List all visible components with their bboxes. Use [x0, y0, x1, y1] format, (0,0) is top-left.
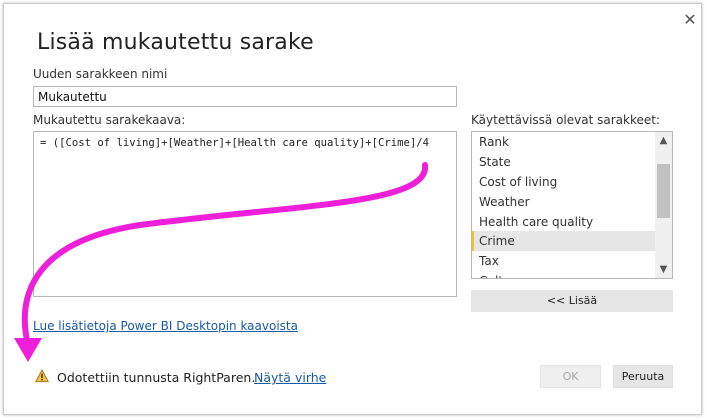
- available-columns-label: Käytettävissä olevat sarakkeet:: [471, 113, 660, 127]
- cancel-button[interactable]: Peruuta: [613, 365, 673, 388]
- column-item-weather[interactable]: Weather: [472, 192, 656, 212]
- column-name-input[interactable]: Mukautettu: [33, 86, 457, 107]
- formula-text[interactable]: = ([Cost of living]+[Weather]+[Health ca…: [40, 137, 429, 149]
- formula-label: Mukautettu sarakekaava:: [33, 113, 186, 127]
- column-item-culture[interactable]: Cult: [472, 271, 656, 278]
- formula-editor[interactable]: = ([Cost of living]+[Weather]+[Health ca…: [33, 131, 457, 297]
- column-item-health-care-quality[interactable]: Health care quality: [472, 212, 656, 232]
- column-name-label: Uuden sarakkeen nimi: [33, 67, 168, 81]
- column-item-state[interactable]: State: [472, 152, 656, 172]
- available-columns-list[interactable]: Rank State Cost of living Weather Health…: [471, 131, 673, 279]
- add-column-button[interactable]: << Lisää: [471, 290, 673, 312]
- scrollbar-thumb[interactable]: [657, 164, 670, 218]
- column-item-crime[interactable]: Crime: [472, 231, 656, 251]
- column-item-tax[interactable]: Tax: [472, 251, 656, 271]
- chevron-down-icon[interactable]: ▼: [655, 261, 672, 278]
- show-error-link[interactable]: Näytä virhe: [254, 370, 326, 385]
- column-item-rank[interactable]: Rank: [472, 132, 656, 152]
- columns-scrollbar[interactable]: ▲ ▼: [655, 132, 672, 278]
- error-message: Odotettiin tunnusta RightParen.: [57, 370, 256, 385]
- column-item-cost-of-living[interactable]: Cost of living: [472, 172, 656, 192]
- dialog-title: Lisää mukautettu sarake: [37, 30, 314, 55]
- warning-icon: [35, 369, 49, 383]
- learn-formulas-link[interactable]: Lue lisätietoja Power BI Desktopin kaavo…: [33, 319, 298, 333]
- chevron-up-icon[interactable]: ▲: [655, 132, 672, 149]
- ok-button[interactable]: OK: [540, 365, 601, 388]
- close-icon[interactable]: ✕: [682, 12, 698, 28]
